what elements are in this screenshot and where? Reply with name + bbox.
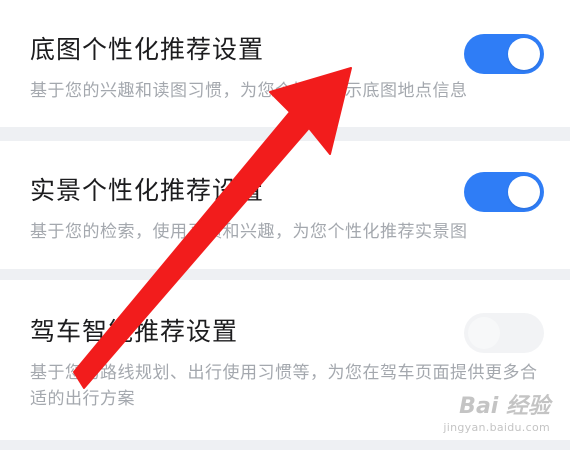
- baidu-jingyan-watermark: Bai 经验 jingyan.baidu.com: [443, 388, 550, 434]
- toggle-knob: [508, 176, 540, 208]
- setting-card-basemap: 底图个性化推荐设置 基于您的兴趣和读图习惯，为您个性化展示底图地点信息: [0, 0, 570, 127]
- setting-description: 基于您的兴趣和读图习惯，为您个性化展示底图地点信息: [30, 81, 468, 101]
- driving-recommend-toggle[interactable]: [464, 313, 544, 353]
- setting-description: 基于您的检索，使用习惯和兴趣，为您个性化推荐实景图: [30, 222, 468, 242]
- toggle-knob: [508, 38, 540, 70]
- toggle-knob: [468, 317, 500, 349]
- setting-title: 底图个性化推荐设置: [30, 35, 265, 64]
- streetview-recommend-toggle[interactable]: [464, 172, 544, 212]
- watermark-logo: Bai 经验: [443, 388, 550, 420]
- setting-card-streetview: 实景个性化推荐设置 基于您的检索，使用习惯和兴趣，为您个性化推荐实景图: [0, 141, 570, 269]
- setting-title: 驾车智能推荐设置: [30, 317, 239, 346]
- settings-page: 底图个性化推荐设置 基于您的兴趣和读图习惯，为您个性化展示底图地点信息 实景个性…: [0, 0, 570, 450]
- setting-title: 实景个性化推荐设置: [30, 176, 265, 205]
- watermark-url: jingyan.baidu.com: [443, 421, 550, 434]
- watermark-logo-text: Bai 经验: [459, 394, 550, 419]
- basemap-recommend-toggle[interactable]: [464, 34, 544, 74]
